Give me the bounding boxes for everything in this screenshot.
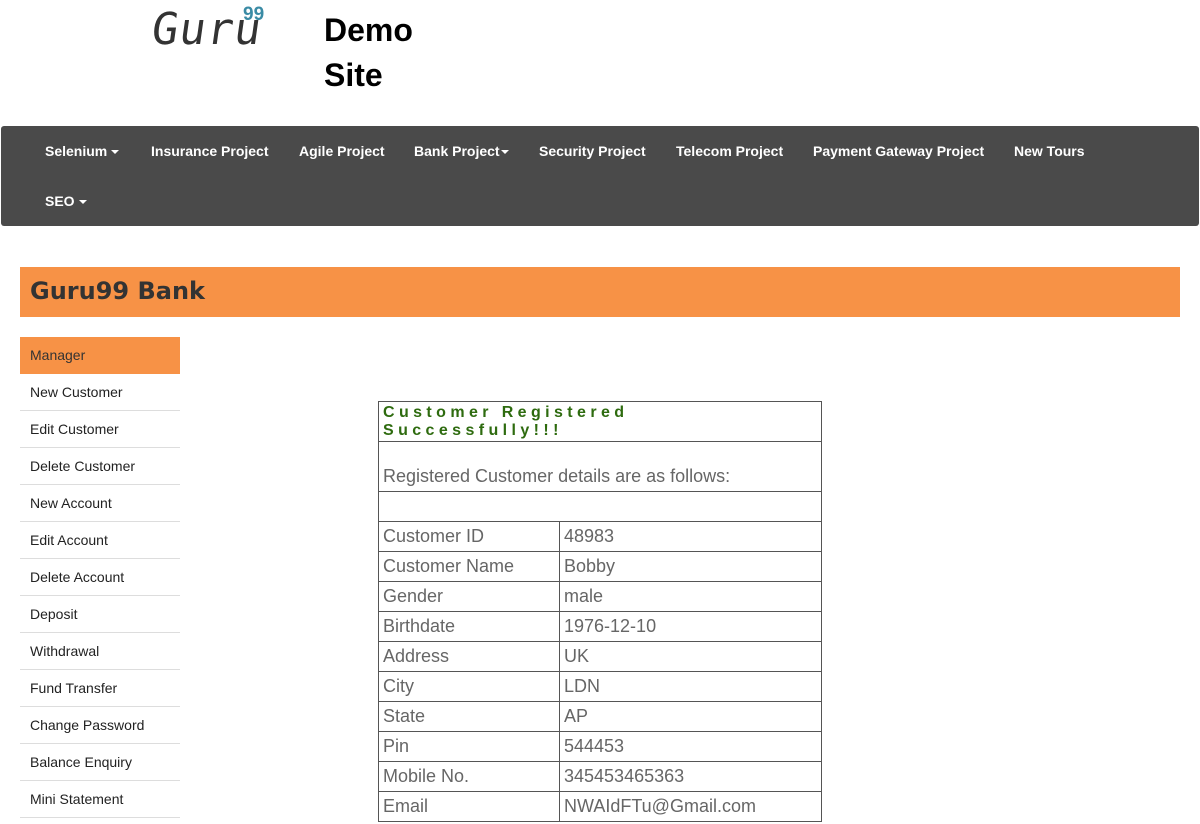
sidebar-item-edit-account[interactable]: Edit Account <box>20 522 180 559</box>
nav-payment-gateway-project[interactable]: Payment Gateway Project <box>813 143 984 159</box>
nav-bank-project-label: Bank Project <box>414 143 500 159</box>
guru99-logo-superscript: 99 <box>243 4 265 25</box>
table-row: Email NWAIdFTu@Gmail.com <box>378 791 822 822</box>
sidebar-item-mini-statement[interactable]: Mini Statement <box>20 781 180 818</box>
spacer-cell <box>378 491 822 522</box>
bank-title: Guru99 Bank <box>30 277 205 305</box>
row-label: Gender <box>378 581 560 612</box>
row-label: Mobile No. <box>378 761 560 792</box>
table-row: Pin 544453 <box>378 731 822 762</box>
nav-insurance-project[interactable]: Insurance Project <box>151 143 269 159</box>
sidebar-item-withdrawal[interactable]: Withdrawal <box>20 633 180 670</box>
table-row: Mobile No. 345453465363 <box>378 761 822 792</box>
row-value: 48983 <box>559 521 822 552</box>
nav-selenium-label: Selenium <box>45 143 108 159</box>
customer-details-table: Customer Registered Successfully!!! Regi… <box>378 401 822 822</box>
main-navbar: Selenium Insurance Project Agile Project… <box>1 126 1199 226</box>
table-row: Birthdate 1976-12-10 <box>378 611 822 642</box>
sidebar-item-edit-customer[interactable]: Edit Customer <box>20 411 180 448</box>
row-value: Bobby <box>559 551 822 582</box>
sidebar-item-delete-customer[interactable]: Delete Customer <box>20 448 180 485</box>
table-row: State AP <box>378 701 822 732</box>
table-row: City LDN <box>378 671 822 702</box>
row-value: 345453465363 <box>559 761 822 792</box>
row-label: Pin <box>378 731 560 762</box>
chevron-down-icon <box>500 150 509 155</box>
table-row: Customer ID 48983 <box>378 521 822 552</box>
manager-sidebar: Manager New Customer Edit Customer Delet… <box>20 337 180 818</box>
spacer-row <box>378 491 822 522</box>
sidebar-item-balance-enquiry[interactable]: Balance Enquiry <box>20 744 180 781</box>
nav-telecom-project[interactable]: Telecom Project <box>676 143 783 159</box>
nav-agile-project[interactable]: Agile Project <box>299 143 385 159</box>
site-title: Demo Site <box>324 12 413 93</box>
nav-security-project[interactable]: Security Project <box>539 143 646 159</box>
nav-bank-project[interactable]: Bank Project <box>414 143 509 159</box>
row-label: City <box>378 671 560 702</box>
sidebar-item-fund-transfer[interactable]: Fund Transfer <box>20 670 180 707</box>
nav-seo-label: SEO <box>45 193 75 209</box>
row-label: Email <box>378 791 560 822</box>
site-header: Guru 99 Demo Site <box>0 0 1200 126</box>
row-label: State <box>378 701 560 732</box>
subtitle-row: Registered Customer details are as follo… <box>378 441 822 492</box>
table-row: Gender male <box>378 581 822 612</box>
row-label: Customer Name <box>378 551 560 582</box>
nav-selenium[interactable]: Selenium <box>45 143 120 159</box>
sidebar-item-change-password[interactable]: Change Password <box>20 707 180 744</box>
sidebar-item-delete-account[interactable]: Delete Account <box>20 559 180 596</box>
success-message: Customer Registered Successfully!!! <box>378 401 822 442</box>
bank-header-bar: Guru99 Bank <box>20 267 1180 317</box>
table-row: Customer Name Bobby <box>378 551 822 582</box>
success-row: Customer Registered Successfully!!! <box>378 401 822 442</box>
row-value: 1976-12-10 <box>559 611 822 642</box>
row-value: male <box>559 581 822 612</box>
sidebar-item-manager[interactable]: Manager <box>20 337 180 374</box>
chevron-down-icon <box>78 200 87 205</box>
nav-new-tours[interactable]: New Tours <box>1014 143 1085 159</box>
row-value: AP <box>559 701 822 732</box>
row-value: UK <box>559 641 822 672</box>
sidebar-item-deposit[interactable]: Deposit <box>20 596 180 633</box>
chevron-down-icon <box>111 150 120 155</box>
sidebar-item-new-account[interactable]: New Account <box>20 485 180 522</box>
row-label: Address <box>378 641 560 672</box>
nav-seo[interactable]: SEO <box>45 193 87 209</box>
row-value: 544453 <box>559 731 822 762</box>
row-label: Customer ID <box>378 521 560 552</box>
table-row: Address UK <box>378 641 822 672</box>
row-label: Birthdate <box>378 611 560 642</box>
row-value: LDN <box>559 671 822 702</box>
row-value: NWAIdFTu@Gmail.com <box>559 791 822 822</box>
sidebar-item-new-customer[interactable]: New Customer <box>20 374 180 411</box>
details-subtitle: Registered Customer details are as follo… <box>378 441 822 492</box>
